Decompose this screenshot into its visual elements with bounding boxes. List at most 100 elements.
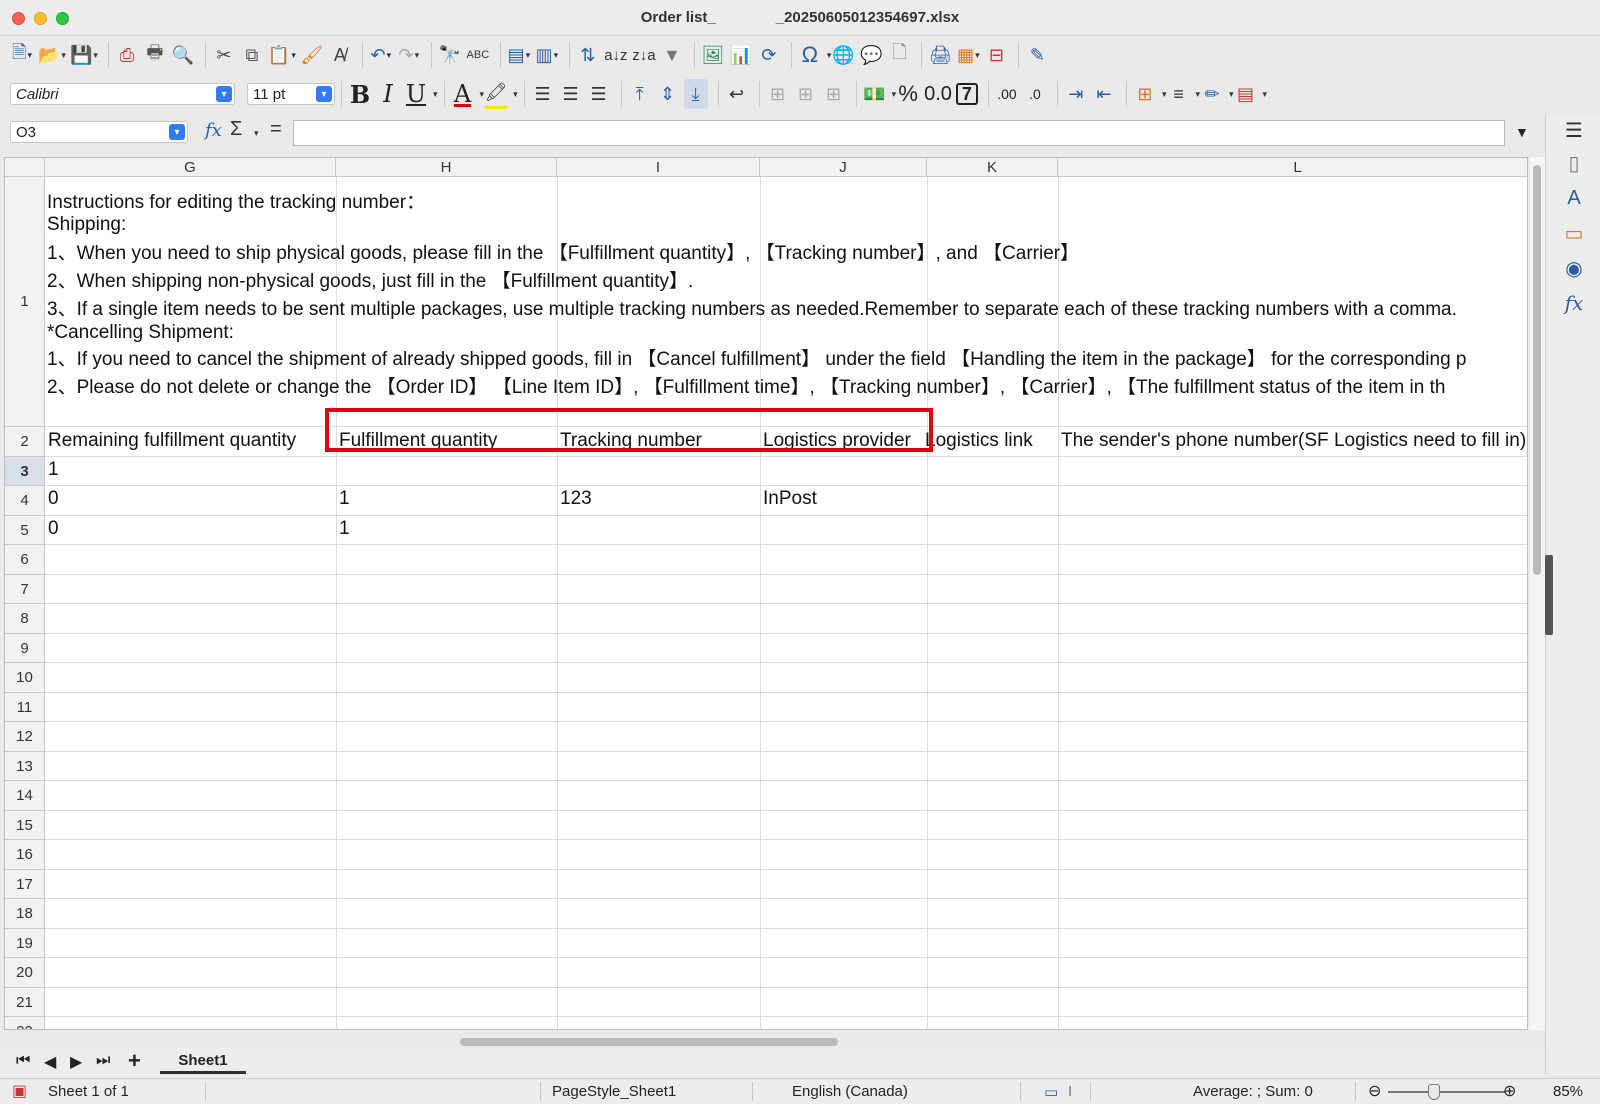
sort-descending-icon[interactable]: z↓a [632,40,656,70]
wrap-text-icon[interactable]: ↩ [725,79,749,109]
font-color-button[interactable]: A [451,79,475,109]
spreadsheet-grid[interactable]: G H I J K L 1 2 3 4 5 6 7 8 9 10 11 12 1… [4,157,1528,1030]
row-header-1[interactable]: 1 [5,177,45,427]
header-cell-g2[interactable]: Remaining fulfillment quantity [46,430,335,452]
autofilter-icon[interactable]: ▼ [660,40,684,70]
select-all-corner[interactable] [5,158,45,177]
sum-button[interactable]: Σ [230,118,242,141]
date-format-button[interactable]: 7 [955,83,978,105]
align-bottom-icon[interactable]: ⤓ [683,79,708,109]
hyperlink-icon[interactable]: 🌐 [831,40,855,70]
add-decimal-button[interactable]: .00 [995,79,1019,109]
freeze-rows-columns-icon[interactable]: ▦ ▾ [956,40,980,70]
row-header-5[interactable]: 5 [5,516,45,545]
instructions-cell[interactable]: Instructions for editing the tracking nu… [47,192,1466,402]
percent-format-button[interactable]: % [896,79,920,109]
row-header-4[interactable]: 4 [5,486,45,516]
sidebar-menu-icon[interactable]: ☰ [1561,117,1587,143]
expand-formula-bar-icon[interactable]: ▼ [1515,124,1529,140]
align-center-icon[interactable]: ☰ [559,79,583,109]
clone-formatting-icon[interactable]: 🖌 [300,40,324,70]
header-cell-l2[interactable]: The sender's phone number(SF Logistics n… [1059,430,1527,452]
row-header-21[interactable]: 21 [5,988,45,1017]
spellcheck-icon[interactable]: ABC [466,40,490,70]
column-header-l[interactable]: L [1058,158,1527,177]
increase-indent-icon[interactable]: ⇥ [1064,79,1088,109]
row-header-3[interactable]: 3 [5,457,45,486]
previous-sheet-icon[interactable]: ◀ [44,1052,56,1072]
sort-ascending-icon[interactable]: a↓z [604,40,628,70]
bold-button[interactable]: B [348,79,372,109]
font-size-combobox[interactable]: 11 pt ▾ [247,83,335,105]
row-header-7[interactable]: 7 [5,575,45,604]
redo-icon[interactable]: ↷ ▾ [397,40,421,70]
border-style-icon[interactable]: ≡ [1166,79,1190,109]
properties-icon[interactable]: ▯ [1561,150,1587,176]
chevron-down-icon[interactable]: ▾ [216,86,232,102]
header-cell-k2[interactable]: Logistics link [923,430,1057,452]
first-sheet-icon[interactable]: ⏮ [16,1052,30,1070]
pivot-table-icon[interactable]: ⟳ [757,40,781,70]
cell-g4[interactable]: 0 [46,488,335,510]
chevron-down-icon[interactable]: ▾ [169,124,185,140]
row-header-12[interactable]: 12 [5,722,45,752]
formula-button[interactable]: = [270,118,282,141]
underline-button[interactable]: U [404,79,428,109]
row-header-13[interactable]: 13 [5,752,45,781]
copy-icon[interactable]: ⧉ [240,40,264,70]
border-color-icon[interactable]: ✏ [1200,79,1224,109]
selection-mode-icon[interactable]: ▭ [1044,1083,1058,1101]
sheet-tab[interactable]: Sheet1 [160,1050,246,1074]
sheet-position[interactable]: Sheet 1 of 1 [48,1083,129,1100]
chevron-down-icon[interactable]: ▾ [254,128,259,139]
gallery-icon[interactable]: ▭ [1561,220,1587,246]
font-name-combobox[interactable]: Calibri ▾ [10,83,235,105]
cell-g3[interactable]: 1 [46,459,335,481]
align-top-icon[interactable]: ⤒ [628,79,652,109]
chevron-down-icon[interactable]: ▾ [316,86,332,102]
cell-g5[interactable]: 0 [46,518,335,540]
zoom-slider-handle[interactable] [1428,1084,1440,1100]
row-header-20[interactable]: 20 [5,958,45,988]
row-header-15[interactable]: 15 [5,811,45,840]
horizontal-scrollbar-thumb[interactable] [460,1038,838,1046]
paste-icon[interactable]: 📋 ▾ [268,40,296,70]
styles-icon[interactable]: A [1561,185,1587,211]
selection-summary[interactable]: Average: ; Sum: 0 [1193,1083,1313,1100]
align-right-icon[interactable]: ☰ [587,79,611,109]
column-header-g[interactable]: G [45,158,336,177]
insert-chart-icon[interactable]: 📊 [729,40,753,70]
last-sheet-icon[interactable]: ⏭ [96,1052,110,1070]
column-header-j[interactable]: J [760,158,927,177]
zoom-in-icon[interactable]: ⊕ [1503,1081,1516,1101]
row-header-10[interactable]: 10 [5,663,45,693]
cell-h4[interactable]: 1 [337,488,556,510]
open-folder-icon[interactable]: 📂 ▾ [38,40,66,70]
column-icon[interactable]: ▥ ▾ [535,40,559,70]
new-document-icon[interactable]: 🗎 ▾ [10,40,34,70]
cut-icon[interactable]: ✂ [212,40,236,70]
row-icon[interactable]: ▤ ▾ [507,40,531,70]
row-header-16[interactable]: 16 [5,840,45,870]
formula-input[interactable] [293,120,1505,146]
zoom-slider[interactable] [1388,1091,1506,1093]
clear-formatting-icon[interactable]: A̸ [328,40,352,70]
export-pdf-icon[interactable]: ⎙ [115,40,139,70]
comment-icon[interactable]: 💬 [859,40,883,70]
row-header-17[interactable]: 17 [5,870,45,899]
merge-center-icon[interactable]: ⊞ [766,79,790,109]
cell-i4[interactable]: 123 [558,488,759,510]
row-header-18[interactable]: 18 [5,899,45,929]
align-left-icon[interactable]: ☰ [531,79,555,109]
cell-h5[interactable]: 1 [337,518,556,540]
row-header-22[interactable]: 22 [5,1017,45,1029]
functions-icon[interactable]: fx [1561,290,1587,316]
vertical-scrollbar-thumb[interactable] [1533,165,1541,575]
save-icon[interactable]: 💾 ▾ [70,40,98,70]
zoom-out-icon[interactable]: ⊖ [1368,1081,1381,1101]
column-header-h[interactable]: H [336,158,557,177]
special-character-icon[interactable]: Ω [798,40,822,70]
unmerge-cells-icon[interactable]: ⊞ [822,79,846,109]
next-sheet-icon[interactable]: ▶ [70,1052,82,1072]
page-style[interactable]: PageStyle_Sheet1 [552,1083,676,1100]
